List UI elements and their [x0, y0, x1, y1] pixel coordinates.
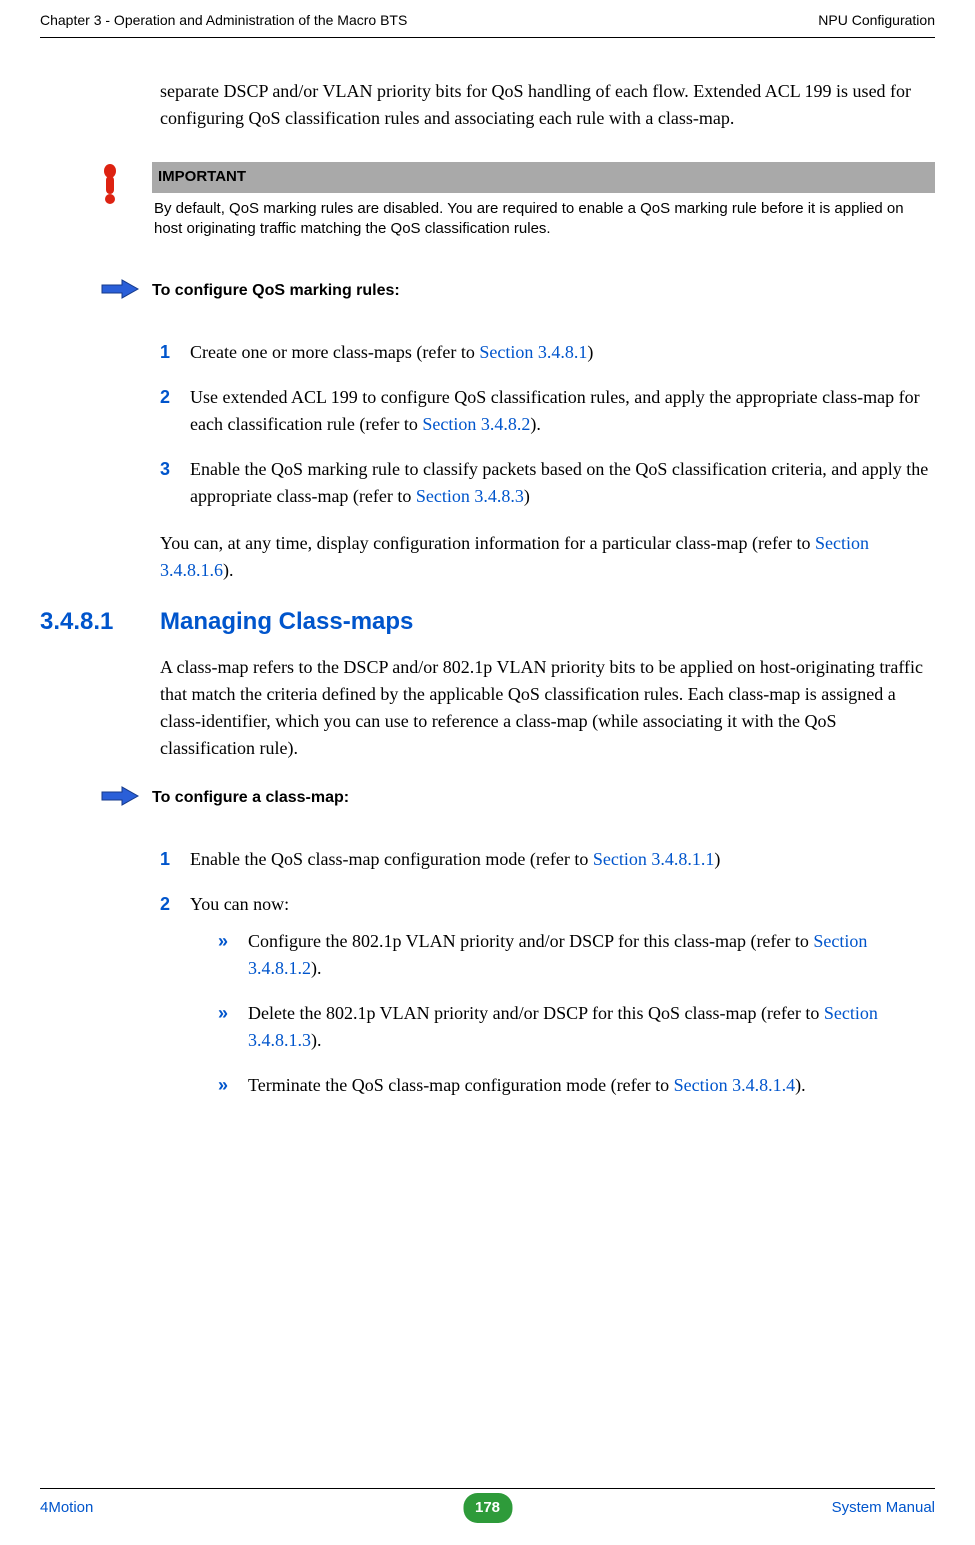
important-icon	[100, 162, 140, 212]
step-number: 1	[160, 339, 176, 366]
xref-link[interactable]: Section 3.4.8.3	[416, 486, 524, 506]
section-number: 3.4.8.1	[40, 604, 130, 640]
page-number-badge: 178	[463, 1493, 512, 1524]
step-number: 3	[160, 456, 176, 510]
step-number: 1	[160, 846, 176, 873]
list-item: 2 You can now: » Configure the 802.1p VL…	[160, 891, 935, 1117]
important-callout: IMPORTANT By default, QoS marking rules …	[100, 162, 935, 245]
header-right: NPU Configuration	[818, 10, 935, 31]
arrow-right-icon	[100, 782, 140, 816]
procedure1-list: 1 Create one or more class-maps (refer t…	[160, 339, 935, 510]
content-column: separate DSCP and/or VLAN priority bits …	[160, 78, 935, 1117]
important-label: IMPORTANT	[152, 162, 935, 193]
page-header: Chapter 3 - Operation and Administration…	[40, 10, 935, 38]
xref-link[interactable]: Section 3.4.8.1.4	[674, 1075, 796, 1095]
procedure2-list: 1 Enable the QoS class-map configuration…	[160, 846, 935, 1117]
procedure-title: To configure QoS marking rules:	[152, 275, 400, 303]
footer-right: System Manual	[832, 1497, 935, 1520]
list-item: » Configure the 802.1p VLAN priority and…	[218, 928, 935, 982]
body-paragraph: You can, at any time, display configurat…	[160, 530, 935, 584]
xref-link[interactable]: Section 3.4.8.1.1	[593, 849, 715, 869]
list-item: » Terminate the QoS class-map configurat…	[218, 1072, 935, 1099]
procedure-qos-marking: To configure QoS marking rules:	[100, 275, 935, 309]
section-body: A class-map refers to the DSCP and/or 80…	[160, 654, 935, 762]
list-item: 2 Use extended ACL 199 to configure QoS …	[160, 384, 935, 438]
header-left: Chapter 3 - Operation and Administration…	[40, 10, 407, 31]
procedure-title: To configure a class-map:	[152, 782, 349, 810]
list-item: » Delete the 802.1p VLAN priority and/or…	[218, 1000, 935, 1054]
step-number: 2	[160, 891, 176, 1117]
arrow-right-icon	[100, 275, 140, 309]
xref-link[interactable]: Section 3.4.8.2	[422, 414, 530, 434]
chevron-icon: »	[218, 1000, 234, 1054]
xref-link[interactable]: Section 3.4.8.1	[479, 342, 587, 362]
important-body: By default, QoS marking rules are disabl…	[152, 193, 935, 246]
list-item: 3 Enable the QoS marking rule to classif…	[160, 456, 935, 510]
section-title: Managing Class-maps	[160, 604, 413, 640]
footer-left: 4Motion	[40, 1497, 93, 1520]
list-item: 1 Enable the QoS class-map configuration…	[160, 846, 935, 873]
list-item: 1 Create one or more class-maps (refer t…	[160, 339, 935, 366]
intro-paragraph: separate DSCP and/or VLAN priority bits …	[160, 78, 935, 132]
step-number: 2	[160, 384, 176, 438]
section-heading: 3.4.8.1 Managing Class-maps	[40, 604, 935, 640]
sub-list: » Configure the 802.1p VLAN priority and…	[190, 928, 935, 1099]
chevron-icon: »	[218, 1072, 234, 1099]
chevron-icon: »	[218, 928, 234, 982]
procedure-class-map: To configure a class-map:	[100, 782, 935, 816]
page-footer: 4Motion 178 System Manual	[40, 1488, 935, 1520]
